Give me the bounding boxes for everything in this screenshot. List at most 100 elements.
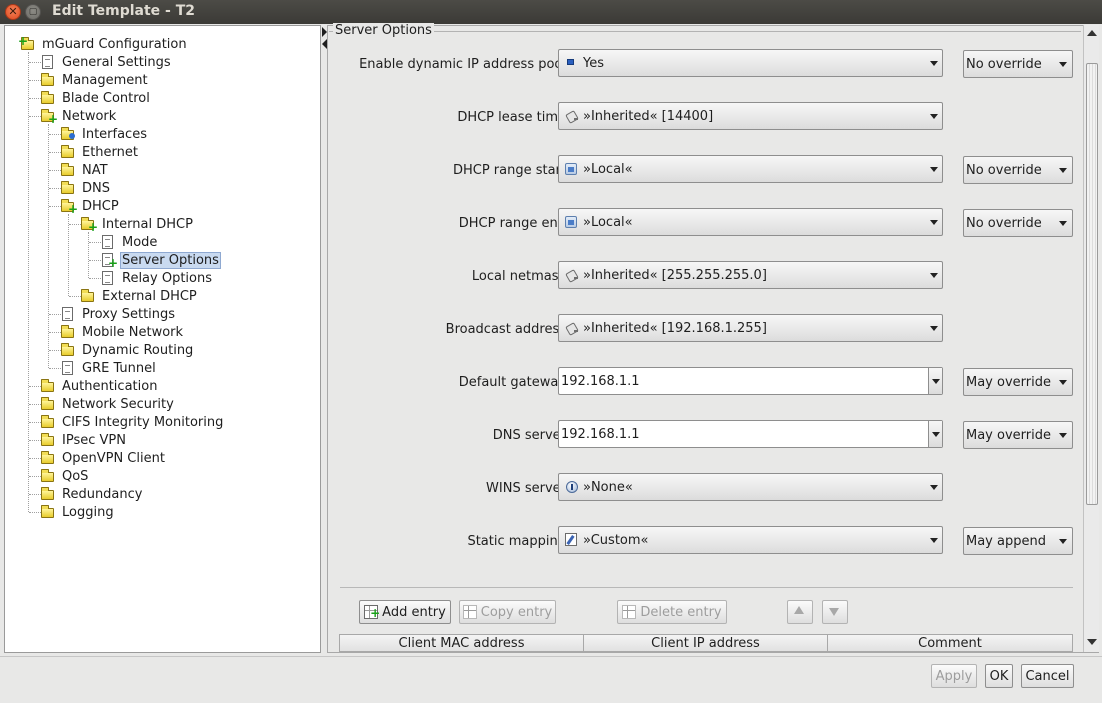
tree-item-redundancy[interactable]: Redundancy <box>40 485 144 503</box>
tree-item-external-dhcp[interactable]: External DHCP <box>80 287 199 305</box>
static-mapping-select[interactable]: »Custom« <box>558 526 943 554</box>
field-row-dns: DNS server <box>334 428 566 446</box>
default-gateway-input[interactable]: 192.168.1.1 <box>558 367 943 395</box>
folder-icon <box>60 145 76 159</box>
tree-item-internal-dhcp[interactable]: + Internal DHCP <box>80 215 195 233</box>
tree-item-mobile-network[interactable]: Mobile Network <box>60 323 185 341</box>
tree-item-cifs-integrity-monitoring[interactable]: CIFS Integrity Monitoring <box>40 413 225 431</box>
tree-item-ipsec-vpn[interactable]: IPsec VPN <box>40 431 128 449</box>
chevron-down-icon[interactable] <box>928 368 942 394</box>
vertical-scrollbar[interactable] <box>1083 25 1099 652</box>
dns-server-input[interactable]: 192.168.1.1 <box>558 420 943 448</box>
close-window-button[interactable]: ✕ <box>5 4 21 20</box>
tree-item-dynamic-routing[interactable]: Dynamic Routing <box>60 341 195 359</box>
tree-item-label: Dynamic Routing <box>82 342 194 358</box>
range-end-override-select[interactable]: No override <box>963 209 1073 237</box>
field-label-static-mapping: Static mapping <box>467 534 566 549</box>
folder-icon <box>40 451 56 465</box>
tree-item-authentication[interactable]: Authentication <box>40 377 159 395</box>
tree-item-label: Mode <box>122 234 158 250</box>
folder-icon <box>40 469 56 483</box>
field-row-netmask: Local netmask <box>334 269 566 287</box>
tree-item-openvpn-client[interactable]: OpenVPN Client <box>40 449 167 467</box>
none-icon <box>564 480 580 494</box>
tree-item-gre-tunnel[interactable]: GRE Tunnel <box>60 359 158 377</box>
tree-item-mguard-configuration[interactable]: + mGuard Configuration <box>18 35 189 53</box>
tree-item-management[interactable]: Management <box>40 71 150 89</box>
copy-entry-button[interactable]: Copy entry <box>459 600 556 624</box>
range-start-override-select[interactable]: No override <box>963 156 1073 184</box>
tree-item-label: NAT <box>82 162 108 178</box>
gateway-override-select[interactable]: May override <box>963 368 1073 396</box>
add-row-icon: + <box>364 605 380 619</box>
wins-server-select[interactable]: »None« <box>558 473 943 501</box>
tree-item-dhcp[interactable]: + DHCP <box>60 197 121 215</box>
delete-entry-button[interactable]: Delete entry <box>617 600 727 624</box>
tree-item-dns[interactable]: DNS <box>60 179 112 197</box>
range-end-select[interactable]: »Local« <box>558 208 943 236</box>
group-divider <box>329 31 1081 32</box>
folder-plus-icon: + <box>40 109 58 125</box>
tree-item-nat[interactable]: NAT <box>60 161 110 179</box>
netmask-select[interactable]: »Inherited« [255.255.255.0] <box>558 261 943 289</box>
tree-item-label: Blade Control <box>62 90 150 106</box>
tree-item-server-options[interactable]: + Server Options <box>100 251 221 269</box>
default-gateway-value: 192.168.1.1 <box>561 373 640 389</box>
override-value: May override <box>966 374 1051 390</box>
field-row-wins: WINS server <box>334 481 566 499</box>
field-label-local-netmask: Local netmask <box>471 269 566 284</box>
tree-item-label: Management <box>62 72 148 88</box>
minimize-window-button[interactable]: ▢ <box>25 4 41 20</box>
tree-item-ethernet[interactable]: Ethernet <box>60 143 140 161</box>
tree-item-blade-control[interactable]: Blade Control <box>40 89 152 107</box>
lease-time-select[interactable]: »Inherited« [14400] <box>558 102 943 130</box>
cancel-button[interactable]: Cancel <box>1021 664 1074 688</box>
apply-button[interactable]: Apply <box>931 664 977 688</box>
range-start-select[interactable]: »Local« <box>558 155 943 183</box>
scroll-up-icon[interactable] <box>1087 30 1097 36</box>
tree-item-network[interactable]: + Network <box>40 107 118 125</box>
tree-item-qos[interactable]: QoS <box>40 467 90 485</box>
chevron-down-icon[interactable] <box>928 421 942 447</box>
tree-item-label: DNS <box>82 180 110 196</box>
move-down-button[interactable] <box>822 600 848 624</box>
field-label-dhcp-lease-time: DHCP lease time <box>457 110 566 125</box>
enable-pool-override-select[interactable]: No override <box>963 50 1073 78</box>
tree-item-label: QoS <box>62 468 89 484</box>
folder-icon <box>40 379 56 393</box>
tree-item-interfaces[interactable]: Interfaces <box>60 125 149 143</box>
column-header-comment[interactable]: Comment <box>828 635 1072 651</box>
tree-connector <box>68 214 69 296</box>
scroll-thumb[interactable] <box>1086 63 1098 505</box>
custom-icon <box>564 533 580 547</box>
title-bar: ✕ ▢ Edit Template - T2 <box>0 0 1102 24</box>
tree-item-label: Logging <box>62 504 114 520</box>
tree-item-mode[interactable]: Mode <box>100 233 159 251</box>
tree-item-logging[interactable]: Logging <box>40 503 116 521</box>
field-row-broadcast: Broadcast address <box>334 322 566 340</box>
chevron-down-icon <box>1059 380 1067 385</box>
scroll-down-icon[interactable] <box>1087 639 1097 645</box>
move-up-button[interactable] <box>787 600 813 624</box>
tree-item-general-settings[interactable]: General Settings <box>40 53 173 71</box>
folder-plus-icon: + <box>80 217 98 233</box>
delete-entry-label: Delete entry <box>640 604 722 620</box>
tree-item-relay-options[interactable]: Relay Options <box>100 269 214 287</box>
tree-item-proxy-settings[interactable]: Proxy Settings <box>60 305 177 323</box>
field-label-enable-dynamic-ip-pool: Enable dynamic IP address pool <box>359 57 566 72</box>
tree-item-network-security[interactable]: Network Security <box>40 395 176 413</box>
broadcast-select[interactable]: »Inherited« [192.168.1.255] <box>558 314 943 342</box>
inherited-icon <box>564 321 580 335</box>
column-header-mac[interactable]: Client MAC address <box>340 635 584 651</box>
chevron-down-icon <box>1059 221 1067 226</box>
broadcast-value: »Inherited« [192.168.1.255] <box>583 320 767 336</box>
dns-server-value: 192.168.1.1 <box>561 426 640 442</box>
static-mapping-override-select[interactable]: May append <box>963 527 1073 555</box>
enable-pool-select[interactable]: Yes <box>558 49 943 77</box>
ok-button[interactable]: OK <box>985 664 1013 688</box>
field-label-wins-server: WINS server <box>486 481 566 496</box>
dns-override-select[interactable]: May override <box>963 421 1073 449</box>
override-value: May append <box>966 533 1046 549</box>
add-entry-button[interactable]: + Add entry <box>359 600 451 624</box>
column-header-ip[interactable]: Client IP address <box>584 635 828 651</box>
